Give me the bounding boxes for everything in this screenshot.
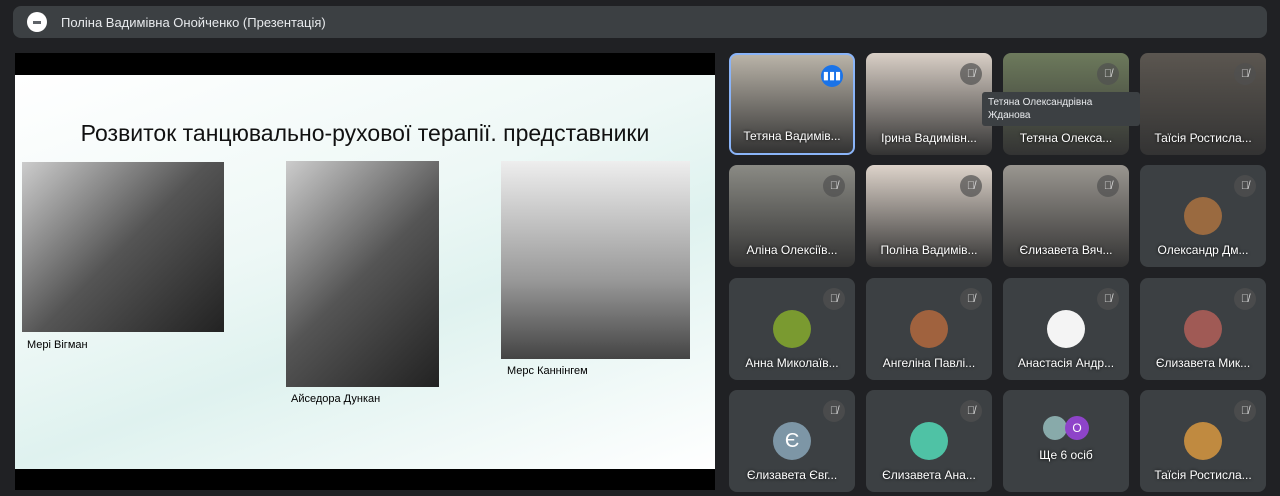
presentation-view: Розвиток танцювально-рухової терапії. пр… xyxy=(15,53,715,490)
mic-off-icon: 🎙̸ xyxy=(1234,288,1256,310)
speaking-icon: ▮▮▮ xyxy=(821,65,843,87)
avatar xyxy=(910,422,948,460)
mic-off-icon: 🎙̸ xyxy=(823,288,845,310)
participant-name: Таїсія Ростисла... xyxy=(1154,468,1252,482)
presentation-icon xyxy=(27,12,47,32)
participant-tile[interactable]: 🎙̸ Анна Миколаїв... xyxy=(729,278,855,380)
avatar xyxy=(1047,310,1085,348)
participant-name: Поліна Вадимів... xyxy=(880,243,978,257)
participant-tile[interactable]: 🎙̸ Поліна Вадимів... xyxy=(866,165,992,267)
participant-tile[interactable]: 🎙̸ Єлизавета Вяч... xyxy=(1003,165,1129,267)
mic-off-icon: 🎙̸ xyxy=(1234,175,1256,197)
participant-name: Ще 6 осіб xyxy=(1039,448,1093,462)
participant-tile[interactable]: 🎙̸ Олександр Дм... xyxy=(1140,165,1266,267)
mic-off-icon: 🎙̸ xyxy=(1097,288,1119,310)
participant-tile[interactable]: 🎙̸ Єлизавета Ана... xyxy=(866,390,992,492)
tooltip-line: Тетяна Олександрівна xyxy=(988,97,1093,108)
mic-off-icon: 🎙̸ xyxy=(823,175,845,197)
caption-wigman: Мері Вігман xyxy=(27,339,88,351)
participant-name: Єлизавета Євг... xyxy=(746,468,838,482)
participant-tile[interactable]: 🎙̸ Єлизавета Мик... xyxy=(1140,278,1266,380)
avatar xyxy=(1184,197,1222,235)
mic-off-icon: 🎙̸ xyxy=(1234,400,1256,422)
participant-tile[interactable]: 🎙̸ Ірина Вадимівн... xyxy=(866,53,992,155)
mic-off-icon: 🎙̸ xyxy=(960,400,982,422)
photo-wigman xyxy=(22,162,224,332)
participant-tile[interactable]: Є 🎙̸ Єлизавета Євг... xyxy=(729,390,855,492)
mic-off-icon: 🎙̸ xyxy=(823,400,845,422)
participant-tile[interactable]: 🎙̸ Анастасія Андр... xyxy=(1003,278,1129,380)
mic-off-icon: 🎙̸ xyxy=(1097,175,1119,197)
avatar xyxy=(1184,422,1222,460)
participant-tile[interactable]: 🎙̸ Таїсія Ростисла... xyxy=(1140,390,1266,492)
presentation-title: Поліна Вадимівна Онойченко (Презентація) xyxy=(61,14,326,30)
mic-off-icon: 🎙̸ xyxy=(960,288,982,310)
mic-off-icon: 🎙̸ xyxy=(960,63,982,85)
participant-name: Тетяна Олекса... xyxy=(1019,131,1113,145)
slide-title: Розвиток танцювально-рухової терапії. пр… xyxy=(80,120,650,146)
mic-off-icon: 🎙̸ xyxy=(1097,63,1119,85)
participant-name: Ангеліна Павлі... xyxy=(882,356,976,370)
participant-name: Анна Миколаїв... xyxy=(745,356,839,370)
photo-duncan xyxy=(286,161,439,387)
participant-name: Єлизавета Мик... xyxy=(1155,356,1251,370)
participant-tile[interactable]: ▮▮▮ Тетяна Вадимів... xyxy=(729,53,855,155)
participant-name: Аліна Олексіїв... xyxy=(746,243,838,257)
participant-name: Анастасія Андр... xyxy=(1017,356,1115,370)
participant-name: Єлизавета Вяч... xyxy=(1019,243,1113,257)
avatar xyxy=(773,310,811,348)
caption-duncan: Айседора Дункан xyxy=(291,393,381,405)
mic-off-icon: 🎙̸ xyxy=(960,175,982,197)
avatar: О xyxy=(1065,416,1089,440)
avatar xyxy=(1043,416,1067,440)
participant-name: Ірина Вадимівн... xyxy=(881,131,977,145)
mic-off-icon: 🎙̸ xyxy=(1234,63,1256,85)
participant-name: Таїсія Ростисла... xyxy=(1154,131,1252,145)
participant-name: Тетяна Вадимів... xyxy=(743,129,841,143)
avatar xyxy=(910,310,948,348)
name-tooltip: Тетяна Олександрівна Жданова xyxy=(982,92,1140,126)
participant-name: Олександр Дм... xyxy=(1157,243,1249,257)
photo-cunningham xyxy=(501,161,690,359)
avatar xyxy=(1184,310,1222,348)
slide: Розвиток танцювально-рухової терапії. пр… xyxy=(15,75,715,469)
caption-cunningham: Мерс Каннінгем xyxy=(507,365,588,377)
avatar: Є xyxy=(773,422,811,460)
top-bar: Поліна Вадимівна Онойченко (Презентація) xyxy=(13,6,1267,38)
participant-tile[interactable]: 🎙̸ Таїсія Ростисла... xyxy=(1140,53,1266,155)
participant-tile[interactable]: 🎙̸ Аліна Олексіїв... xyxy=(729,165,855,267)
participant-name: Єлизавета Ана... xyxy=(882,468,976,482)
participant-tile[interactable]: О Ще 6 осіб xyxy=(1003,390,1129,492)
participant-tile[interactable]: 🎙̸ Ангеліна Павлі... xyxy=(866,278,992,380)
tooltip-line: Жданова xyxy=(988,110,1031,121)
